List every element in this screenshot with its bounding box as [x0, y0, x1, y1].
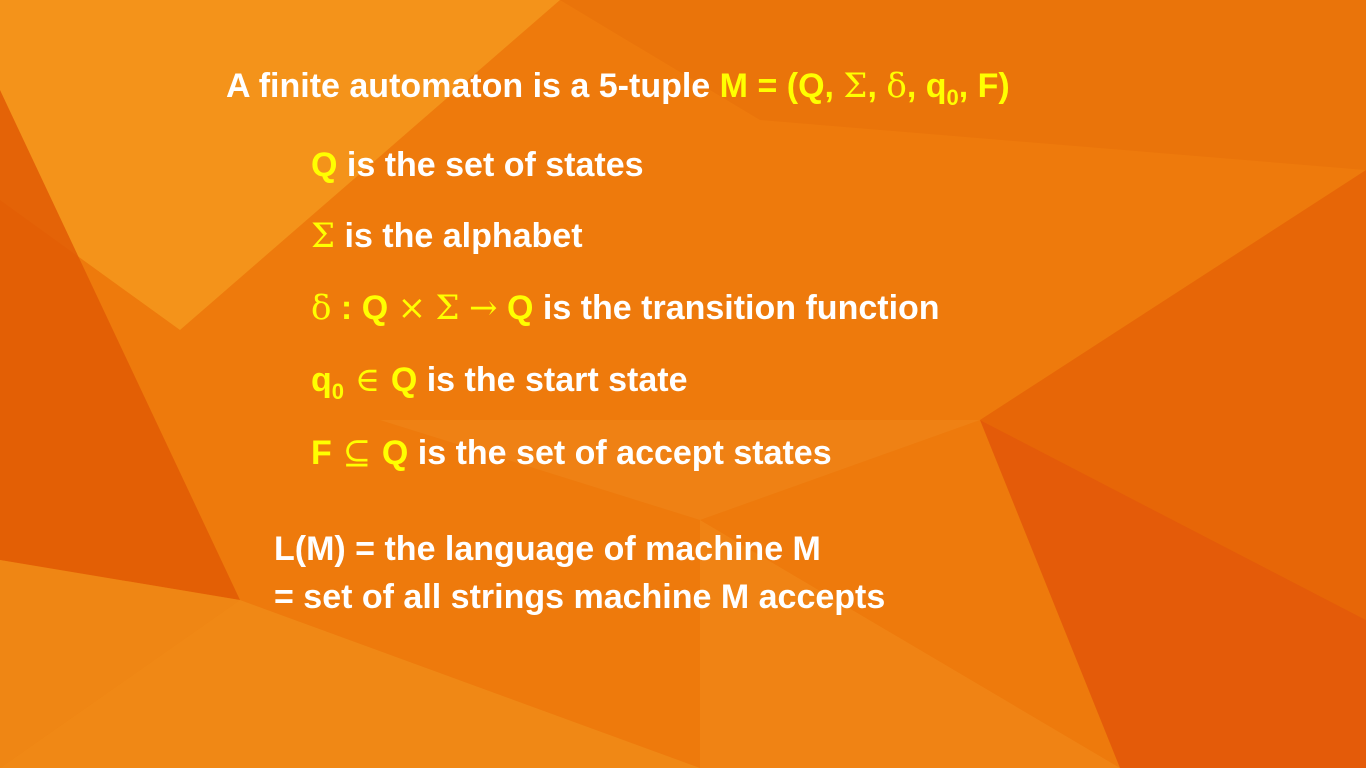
transition-signature: δ : Q × Σ → Q: [311, 288, 534, 328]
accept-Q: Q: [381, 434, 409, 472]
title-prefix: A finite automaton is a 5-tuple: [226, 67, 720, 105]
transition-delta: δ: [311, 288, 332, 328]
tuple-sep-1: ,: [867, 67, 887, 105]
subset-symbol: ⊆: [331, 433, 382, 473]
language-definition-line-2: = set of all strings machine M accepts: [274, 578, 886, 616]
sigma-symbol: Σ: [843, 66, 868, 106]
accept-notation: F ⊆ Q: [311, 433, 409, 473]
element-of-symbol: ∈: [344, 360, 391, 400]
states-text: is the set of states: [337, 146, 644, 184]
tuple-sep-2: , q: [906, 67, 947, 105]
q-subscript: 0: [946, 85, 959, 110]
tuple-end: , F): [958, 67, 1010, 105]
start-q: q: [311, 361, 332, 399]
alphabet-text: is the alphabet: [335, 217, 583, 255]
transition-q: Q: [497, 289, 534, 327]
slide-title: A finite automaton is a 5-tuple M = (Q, …: [226, 66, 1010, 109]
start-q-subscript: 0: [331, 379, 345, 404]
alphabet-symbol: Σ: [311, 216, 336, 256]
start-Q: Q: [390, 361, 418, 399]
definition-states: Q is the set of states: [311, 145, 644, 185]
transition-text: is the transition function: [533, 289, 940, 327]
start-text: is the start state: [417, 361, 688, 399]
transition-sigma: Σ: [435, 288, 460, 328]
transition-space-2: [460, 289, 469, 327]
times-symbol: ×: [397, 288, 427, 328]
definition-accept-states: F ⊆ Q is the set of accept states: [311, 433, 832, 473]
states-symbol: Q: [311, 146, 338, 184]
transition-space-1: [426, 289, 435, 327]
transition-colon-q: : Q: [331, 289, 398, 327]
language-definition-line-1: L(M) = the language of machine M: [274, 530, 821, 568]
accept-text: is the set of accept states: [408, 434, 832, 472]
accept-F: F: [311, 434, 332, 472]
delta-symbol: δ: [886, 66, 907, 106]
tuple-m-eq: M = (Q,: [719, 67, 844, 105]
slide: A finite automaton is a 5-tuple M = (Q, …: [0, 0, 1366, 768]
definition-start-state: q0 ∈ Q is the start state: [311, 360, 688, 403]
tuple-notation: M = (Q, Σ, δ, q0, F): [719, 66, 1010, 109]
definition-alphabet: Σ is the alphabet: [311, 216, 583, 256]
definition-transition: δ : Q × Σ → Q is the transition function: [311, 288, 940, 328]
arrow-symbol: →: [469, 288, 498, 328]
start-state-notation: q0 ∈ Q: [311, 360, 418, 403]
